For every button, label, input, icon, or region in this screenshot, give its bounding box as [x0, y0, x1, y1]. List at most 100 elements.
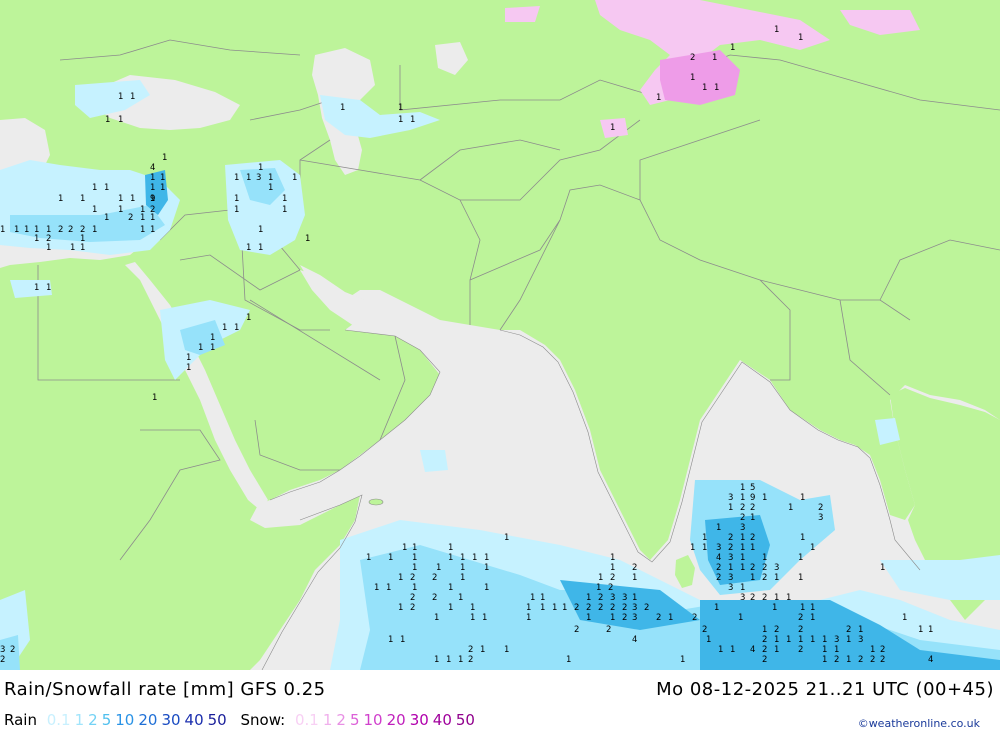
- svg-text:1: 1: [46, 243, 51, 253]
- credit-link[interactable]: ©weatheronline.co.uk: [858, 717, 980, 730]
- svg-text:3: 3: [716, 543, 721, 553]
- svg-text:2: 2: [716, 573, 721, 583]
- rain-scale-value: 20: [138, 711, 158, 729]
- rain-scale-value: 0.1: [46, 711, 71, 729]
- svg-text:2: 2: [574, 603, 579, 613]
- svg-text:1: 1: [410, 115, 415, 125]
- svg-text:1: 1: [540, 603, 545, 613]
- svg-text:1: 1: [800, 493, 805, 503]
- svg-text:1: 1: [388, 553, 393, 563]
- snow-scale-value: 20: [386, 711, 406, 729]
- svg-text:3: 3: [632, 613, 637, 623]
- rain-scale-value: 30: [161, 711, 181, 729]
- svg-text:3: 3: [610, 593, 615, 603]
- svg-text:1: 1: [92, 205, 97, 215]
- svg-text:1: 1: [714, 603, 719, 613]
- svg-text:1: 1: [762, 553, 767, 563]
- svg-text:1: 1: [738, 613, 743, 623]
- svg-text:1: 1: [258, 243, 263, 253]
- svg-text:1: 1: [774, 635, 779, 645]
- svg-text:1: 1: [246, 313, 251, 323]
- svg-text:1: 1: [412, 563, 417, 573]
- svg-text:1: 1: [810, 613, 815, 623]
- svg-text:1: 1: [258, 163, 263, 173]
- svg-text:1: 1: [234, 323, 239, 333]
- svg-text:1: 1: [566, 655, 571, 665]
- snow-scale-value: 2: [336, 711, 346, 729]
- svg-text:1: 1: [388, 635, 393, 645]
- svg-text:1: 1: [150, 173, 155, 183]
- svg-text:1: 1: [118, 205, 123, 215]
- svg-text:1: 1: [234, 194, 239, 204]
- snow-scale-value: 0.1: [295, 711, 319, 729]
- svg-text:1: 1: [880, 563, 885, 573]
- svg-text:1: 1: [160, 183, 165, 193]
- svg-text:1: 1: [480, 645, 485, 655]
- svg-text:1: 1: [402, 543, 407, 553]
- svg-text:2: 2: [762, 593, 767, 603]
- svg-text:1: 1: [702, 543, 707, 553]
- svg-text:1: 1: [366, 553, 371, 563]
- svg-text:1: 1: [246, 173, 251, 183]
- svg-text:1: 1: [434, 655, 439, 665]
- svg-text:1: 1: [656, 93, 661, 103]
- svg-text:2: 2: [610, 573, 615, 583]
- svg-text:1: 1: [412, 543, 417, 553]
- svg-text:1: 1: [870, 645, 875, 655]
- svg-text:1: 1: [798, 33, 803, 43]
- svg-text:1: 1: [822, 645, 827, 655]
- svg-text:2: 2: [644, 603, 649, 613]
- svg-text:2: 2: [740, 513, 745, 523]
- svg-text:1: 1: [702, 83, 707, 93]
- svg-text:1: 1: [690, 73, 695, 83]
- svg-text:2: 2: [622, 603, 627, 613]
- svg-text:1: 1: [268, 173, 273, 183]
- svg-text:2: 2: [410, 593, 415, 603]
- svg-text:2: 2: [606, 625, 611, 635]
- svg-text:4: 4: [928, 655, 933, 665]
- svg-text:1: 1: [786, 635, 791, 645]
- svg-text:1: 1: [34, 283, 39, 293]
- svg-text:2: 2: [432, 573, 437, 583]
- svg-text:1: 1: [460, 573, 465, 583]
- svg-text:1: 1: [730, 645, 735, 655]
- svg-text:1: 1: [246, 243, 251, 253]
- svg-text:1: 1: [446, 655, 451, 665]
- svg-text:1: 1: [412, 553, 417, 563]
- svg-text:1: 1: [822, 655, 827, 665]
- svg-text:1: 1: [282, 205, 287, 215]
- svg-text:2: 2: [68, 225, 73, 235]
- svg-text:4: 4: [716, 553, 721, 563]
- svg-text:1: 1: [918, 625, 923, 635]
- svg-text:1: 1: [740, 493, 745, 503]
- svg-text:2: 2: [798, 645, 803, 655]
- svg-text:2: 2: [468, 645, 473, 655]
- svg-text:1: 1: [798, 553, 803, 563]
- valid-time: Mo 08-12-2025 21..21 UTC (00+45): [656, 679, 994, 700]
- svg-text:1: 1: [810, 543, 815, 553]
- svg-text:1: 1: [434, 613, 439, 623]
- svg-text:1: 1: [80, 243, 85, 253]
- svg-text:1: 1: [0, 225, 5, 235]
- svg-text:1: 1: [160, 173, 165, 183]
- svg-text:3: 3: [728, 553, 733, 563]
- svg-text:2: 2: [410, 603, 415, 613]
- svg-text:1: 1: [448, 553, 453, 563]
- svg-text:2: 2: [750, 563, 755, 573]
- snow-scale-value: 10: [363, 711, 383, 729]
- svg-text:2: 2: [834, 655, 839, 665]
- svg-text:1: 1: [632, 593, 637, 603]
- snow-scale-value: 1: [322, 711, 333, 729]
- svg-text:4: 4: [150, 163, 155, 173]
- svg-text:1: 1: [540, 593, 545, 603]
- svg-text:2: 2: [858, 655, 863, 665]
- svg-text:1: 1: [680, 655, 685, 665]
- svg-text:1: 1: [774, 645, 779, 655]
- svg-text:1: 1: [484, 553, 489, 563]
- svg-text:1: 1: [740, 483, 745, 493]
- svg-text:1: 1: [118, 194, 123, 204]
- svg-text:4: 4: [632, 635, 637, 645]
- svg-text:1: 1: [728, 563, 733, 573]
- svg-text:2: 2: [846, 625, 851, 635]
- map-title: Rain/Snowfall rate [mm] GFS 0.25: [4, 679, 326, 700]
